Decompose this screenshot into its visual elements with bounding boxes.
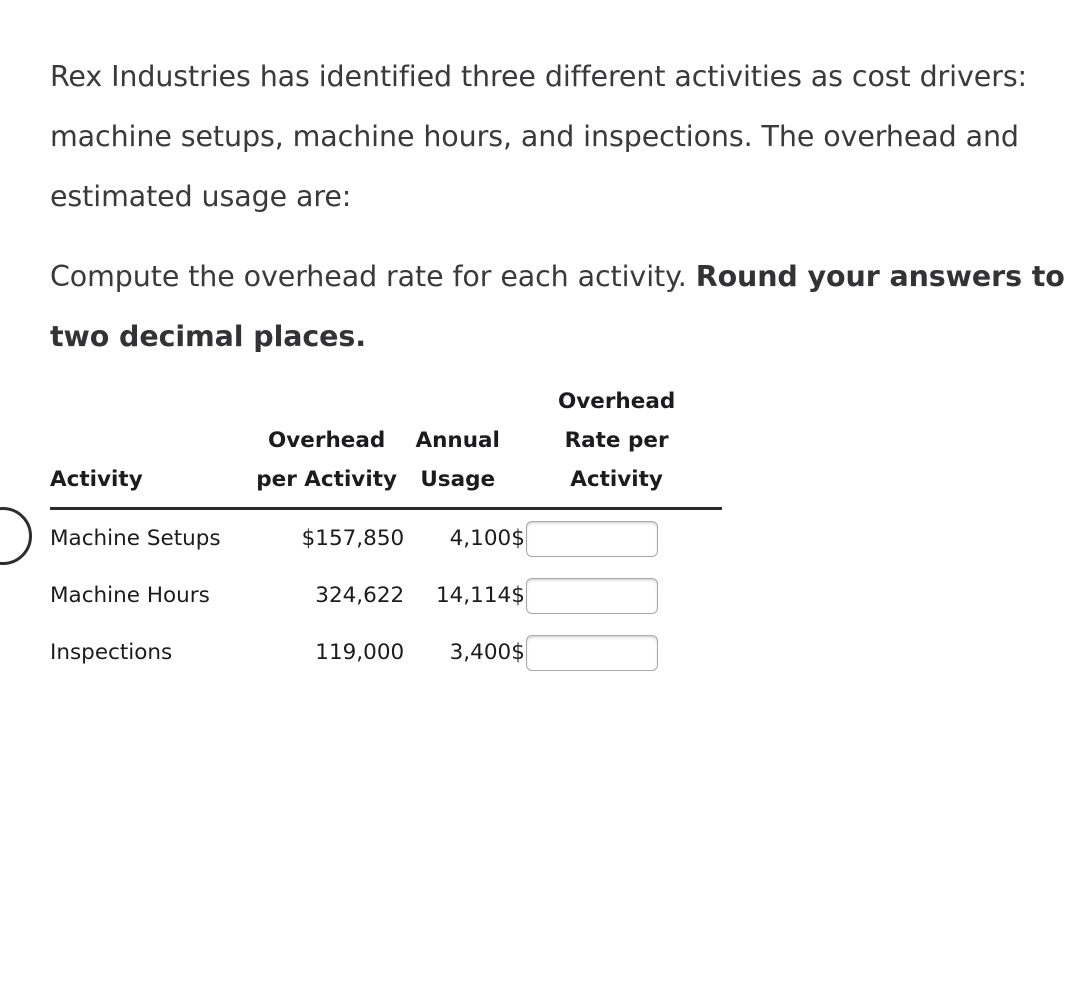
cell-annual-usage: 4,100 [449, 526, 512, 551]
table-header-row: Activity Overhead per Activity Annual Us… [50, 382, 722, 510]
column-header-overhead-per-activity: Overhead per Activity [249, 382, 405, 510]
dollar-sign-label: $ [511, 525, 525, 551]
cell-annual-usage: 14,114 [435, 583, 512, 608]
table-row: Inspections 119,000 3,400 $ [50, 624, 722, 681]
overhead-rate-table: Activity Overhead per Activity Annual Us… [50, 382, 722, 681]
table-row: Machine Setups $157,850 4,100 $ [50, 509, 722, 568]
question-intro-text: Rex Industries has identified three diff… [50, 60, 1028, 213]
cell-overhead-per-activity: $157,850 [301, 526, 405, 551]
cell-overhead-rate: $ [511, 624, 722, 681]
instruction-plain-part: Compute the overhead rate for each activ… [50, 260, 696, 293]
cell-overhead-rate: $ [511, 509, 722, 568]
overhead-rate-input-inspections[interactable] [525, 634, 658, 671]
table-row: Machine Hours 324,622 14,114 $ [50, 567, 722, 624]
table-body: Machine Setups $157,850 4,100 $ Machine … [50, 509, 722, 682]
cell-annual-usage: 3,400 [449, 640, 512, 665]
column-header-overhead-rate-per-activity: Overhead Rate per Activity [511, 382, 722, 510]
rate-input-group: $ [511, 624, 722, 681]
overhead-rate-input-machine-hours[interactable] [525, 577, 658, 614]
question-page: Rex Industries has identified three diff… [0, 0, 1072, 988]
cell-activity-name: Machine Setups [50, 526, 221, 551]
dollar-sign-label: $ [511, 582, 525, 608]
table-header: Activity Overhead per Activity Annual Us… [50, 382, 722, 510]
column-header-annual-usage: Annual Usage [404, 382, 512, 510]
question-instruction-text: Compute the overhead rate for each activ… [50, 247, 1072, 367]
rate-input-group: $ [511, 567, 722, 624]
column-header-activity: Activity [50, 382, 250, 510]
cell-overhead-per-activity: 119,000 [315, 640, 405, 665]
circle-icon [0, 507, 32, 565]
dollar-sign-label: $ [511, 639, 525, 665]
cell-overhead-rate: $ [511, 567, 722, 624]
rate-input-group: $ [511, 510, 722, 567]
cell-overhead-per-activity: 324,622 [315, 583, 405, 608]
overhead-rate-input-machine-setups[interactable] [525, 520, 658, 557]
cell-activity-name: Machine Hours [50, 583, 210, 608]
overhead-rate-table-wrap: Activity Overhead per Activity Annual Us… [50, 382, 722, 681]
cell-activity-name: Inspections [50, 640, 173, 665]
